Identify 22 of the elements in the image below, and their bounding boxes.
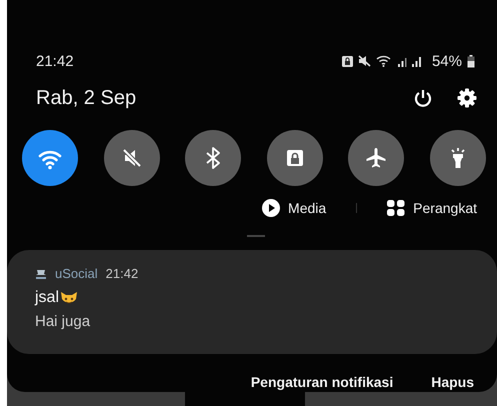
- notification-body: Hai juga: [35, 313, 92, 330]
- play-icon: [262, 199, 280, 217]
- battery-icon: [467, 54, 475, 68]
- devices-button[interactable]: Perangkat: [387, 199, 477, 217]
- battery-level: 54%: [432, 52, 462, 70]
- grid-icon: [387, 199, 406, 217]
- settings-icon[interactable]: [457, 88, 477, 108]
- notification-time: 21:42: [106, 266, 138, 281]
- power-icon[interactable]: [413, 88, 433, 108]
- notification-settings-button[interactable]: Pengaturan notifikasi: [250, 374, 394, 390]
- media-button[interactable]: Media: [262, 199, 326, 217]
- notification-card[interactable]: uSocial 21:42 jsal Hai juga: [7, 250, 497, 354]
- notification-title: jsal: [35, 289, 60, 307]
- lock-icon: [342, 56, 353, 66]
- clear-button[interactable]: Hapus: [431, 374, 474, 390]
- cat-face-icon: [60, 290, 78, 306]
- mute-icon: [358, 55, 371, 67]
- app-name: uSocial: [55, 266, 98, 281]
- status-time: 21:42: [36, 52, 74, 70]
- date-label: Rab, 2 Sep: [36, 86, 136, 110]
- wifi-icon: [376, 55, 392, 67]
- app-icon: [35, 268, 47, 280]
